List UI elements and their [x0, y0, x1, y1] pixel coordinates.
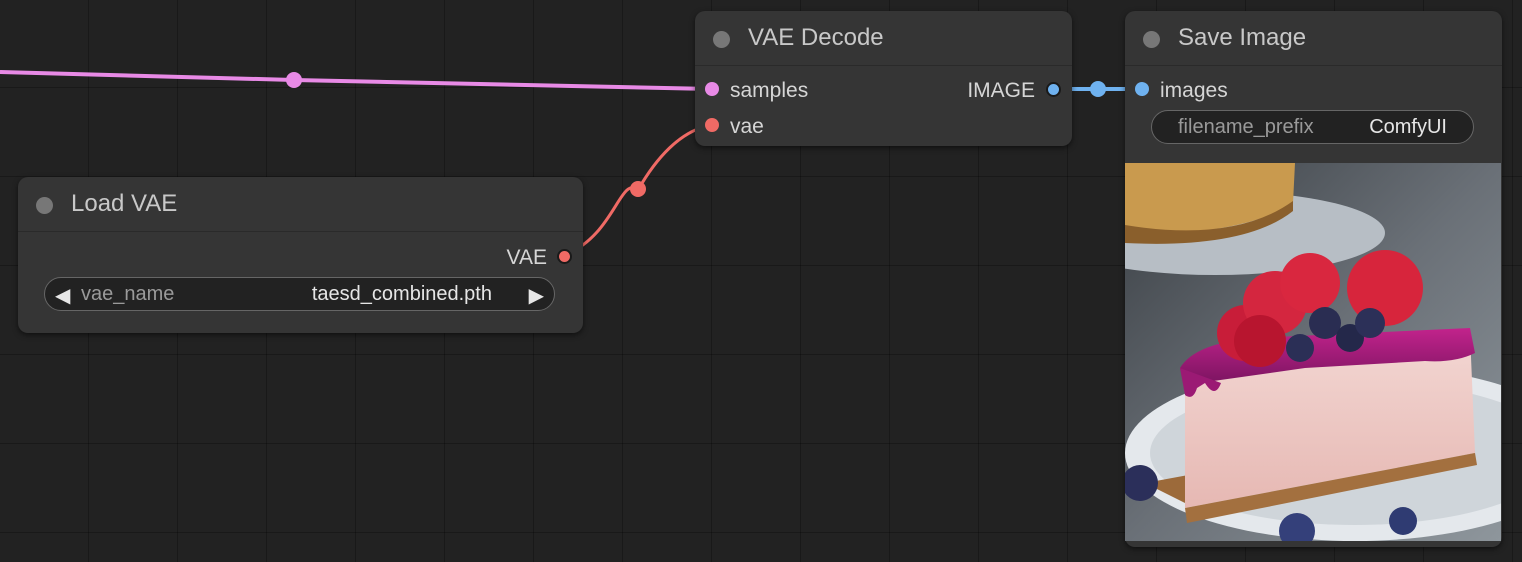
image-output-slot[interactable] [1046, 82, 1061, 97]
image-output-label: IMAGE [967, 79, 1035, 102]
save-image-node[interactable]: Save Image images filename_prefix ComfyU… [1125, 11, 1502, 547]
samples-input-slot[interactable] [705, 82, 719, 96]
vae-name-value: taesd_combined.pth [311, 283, 492, 305]
save-image-title-bar[interactable]: Save Image [1125, 11, 1502, 66]
filename-prefix-value: ComfyUI [1369, 116, 1447, 138]
node-title: VAE Decode [748, 24, 884, 51]
collapse-dot-icon[interactable] [713, 31, 730, 48]
image-link-midpoint[interactable] [1090, 81, 1106, 97]
images-input-slot[interactable] [1135, 82, 1149, 96]
images-input-label: images [1160, 79, 1228, 102]
load-vae-node[interactable]: Load VAE VAE ◀ vae_name taesd_combined.p… [18, 177, 583, 333]
vae-input-label: vae [730, 115, 764, 138]
vae-name-label: vae_name [81, 283, 175, 305]
vae-decode-node[interactable]: VAE Decode samples vae IMAGE [695, 11, 1072, 146]
node-title: Save Image [1178, 24, 1307, 51]
collapse-dot-icon[interactable] [1143, 31, 1160, 48]
decrement-arrow-icon[interactable]: ◀ [55, 283, 70, 308]
samples-input-label: samples [730, 79, 809, 102]
vae-name-widget[interactable]: ◀ vae_name taesd_combined.pth ▶ [44, 277, 555, 311]
vae-output-label: VAE [506, 246, 547, 269]
cheesecake-image [1125, 163, 1501, 541]
node-title: Load VAE [71, 190, 178, 217]
collapse-dot-icon[interactable] [36, 197, 53, 214]
vae-output-slot[interactable] [557, 249, 572, 264]
vae-decode-title-bar[interactable]: VAE Decode [695, 11, 1072, 66]
latent-link[interactable] [0, 70, 713, 91]
increment-arrow-icon[interactable]: ▶ [529, 283, 544, 308]
latent-link-midpoint[interactable] [286, 72, 302, 88]
vae-input-slot[interactable] [705, 118, 719, 132]
vae-link-midpoint[interactable] [630, 181, 646, 197]
filename-prefix-label: filename_prefix [1178, 116, 1314, 138]
filename-prefix-widget[interactable]: filename_prefix ComfyUI [1151, 110, 1474, 144]
load-vae-title-bar[interactable]: Load VAE [18, 177, 583, 232]
